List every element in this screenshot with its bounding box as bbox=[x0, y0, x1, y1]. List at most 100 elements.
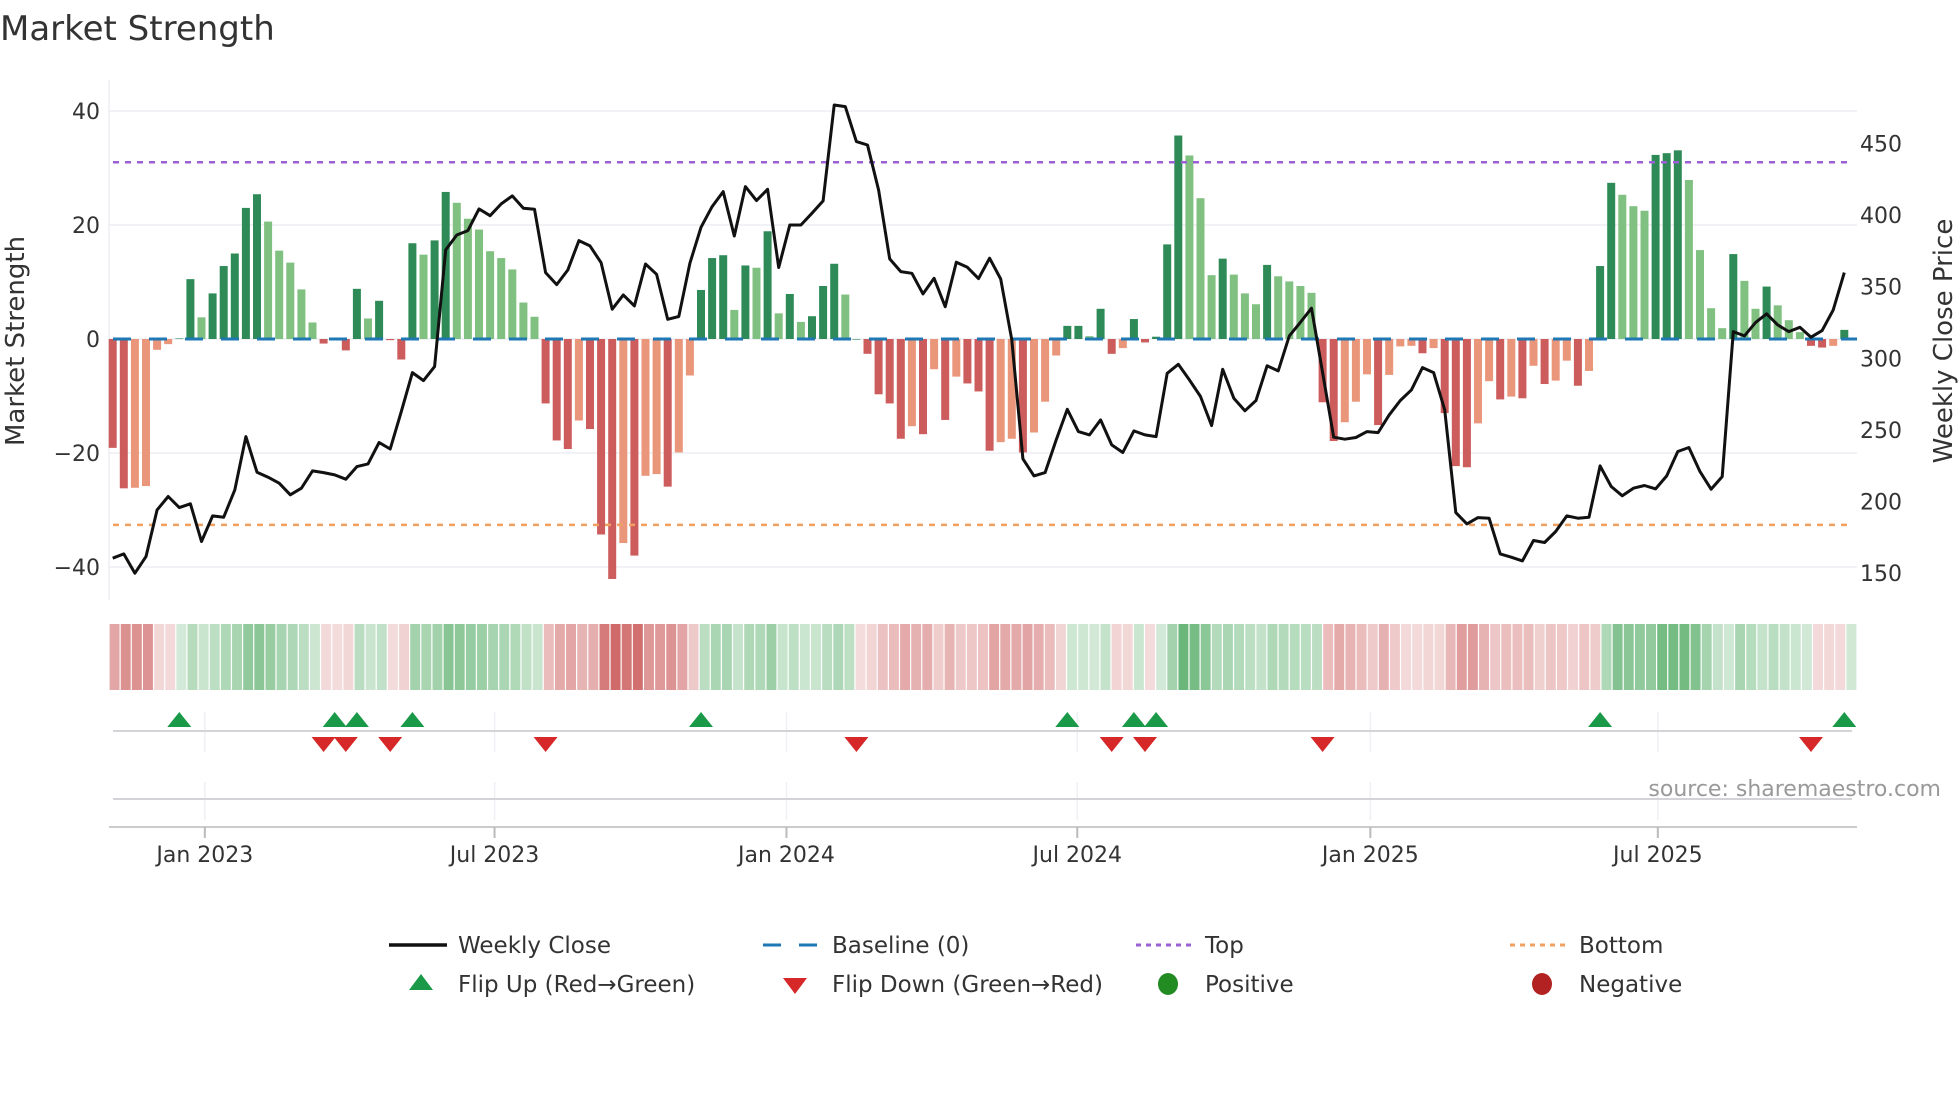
heat-cell bbox=[844, 624, 855, 690]
strength-bar bbox=[241, 207, 250, 339]
heat-cell bbox=[254, 624, 265, 690]
heat-cell bbox=[1300, 624, 1311, 690]
strength-bar bbox=[319, 339, 328, 344]
flip-up-marker bbox=[1832, 712, 1857, 727]
strength-bar bbox=[1096, 308, 1105, 339]
flip-down-marker bbox=[311, 737, 336, 752]
strength-bar bbox=[1218, 258, 1227, 339]
heat-cell bbox=[1846, 624, 1857, 690]
strength-bar bbox=[1607, 182, 1616, 339]
heat-cell bbox=[1389, 624, 1400, 690]
heat-cell bbox=[1100, 624, 1111, 690]
heat-cell bbox=[265, 624, 276, 690]
strength-bar bbox=[408, 243, 417, 339]
strength-bar bbox=[785, 293, 794, 339]
strength-bar bbox=[419, 254, 428, 339]
strength-bar bbox=[1662, 153, 1671, 339]
strength-bar bbox=[1129, 319, 1138, 339]
heat-cell bbox=[966, 624, 977, 690]
strength-bar bbox=[974, 339, 983, 392]
strength-bar bbox=[619, 339, 628, 544]
heat-cell bbox=[799, 624, 810, 690]
strength-bar bbox=[763, 231, 772, 339]
heat-cell bbox=[1122, 624, 1133, 690]
heat-cell bbox=[888, 624, 899, 690]
heat-cell bbox=[1634, 624, 1645, 690]
heat-cell bbox=[1467, 624, 1478, 690]
heat-cell bbox=[1735, 624, 1746, 690]
y-tick-label: −40 bbox=[54, 556, 100, 581]
strength-bar bbox=[1673, 150, 1682, 339]
strength-bar bbox=[674, 339, 683, 453]
heat-cell bbox=[666, 624, 677, 690]
strength-bar bbox=[1696, 250, 1704, 339]
heat-cell bbox=[733, 624, 744, 690]
strength-bar bbox=[719, 255, 728, 339]
strength-bar bbox=[574, 339, 583, 421]
heat-cell bbox=[599, 624, 610, 690]
strength-bar bbox=[1340, 339, 1349, 423]
strength-bar bbox=[885, 339, 894, 404]
heat-cell bbox=[554, 624, 565, 690]
heat-cell bbox=[1590, 624, 1601, 690]
strength-bar bbox=[1629, 206, 1638, 339]
strength-bar bbox=[1074, 325, 1083, 339]
strength-bar bbox=[541, 339, 550, 404]
flip-down-marker bbox=[1133, 737, 1157, 752]
strength-bar bbox=[1041, 339, 1050, 402]
strength-bar bbox=[808, 316, 816, 339]
heat-cell bbox=[443, 624, 454, 690]
strength-bar bbox=[197, 317, 206, 339]
heat-cell bbox=[120, 624, 131, 690]
heat-cell bbox=[1723, 624, 1734, 690]
y-tick-label: −20 bbox=[54, 442, 100, 467]
heat-cell bbox=[1701, 624, 1712, 690]
strength-bar bbox=[863, 339, 872, 354]
strength-bar bbox=[1163, 244, 1172, 339]
heat-cell bbox=[109, 624, 120, 690]
strength-bar bbox=[1351, 339, 1360, 402]
heat-cell bbox=[521, 624, 532, 690]
legend-triangle-down-icon bbox=[783, 978, 807, 994]
heat-cell bbox=[1278, 624, 1289, 690]
strength-bar bbox=[452, 202, 461, 339]
heat-cell bbox=[198, 624, 209, 690]
strength-bar bbox=[930, 339, 939, 370]
heat-cell bbox=[1746, 624, 1757, 690]
flip-down-marker bbox=[533, 737, 558, 752]
heat-cell bbox=[1412, 624, 1423, 690]
strength-bar bbox=[352, 288, 361, 339]
heat-cell bbox=[1401, 624, 1412, 690]
legend-label: Top bbox=[1204, 933, 1244, 959]
heat-cell bbox=[510, 624, 521, 690]
heat-cell bbox=[1312, 624, 1322, 690]
heat-cell bbox=[1768, 624, 1779, 690]
heat-cell bbox=[1668, 624, 1679, 690]
strength-bar bbox=[508, 269, 517, 339]
heat-cell bbox=[499, 624, 510, 690]
heat-cell bbox=[1612, 624, 1623, 690]
strength-bar bbox=[1496, 339, 1505, 400]
flip-up-marker bbox=[689, 712, 713, 727]
heat-cell bbox=[310, 624, 320, 690]
y2-tick-label: 150 bbox=[1860, 562, 1902, 587]
strength-bar bbox=[1296, 285, 1305, 339]
strength-bar bbox=[1718, 328, 1727, 339]
strength-bar bbox=[608, 339, 617, 579]
heat-cell bbox=[822, 624, 833, 690]
strength-bar bbox=[1729, 254, 1738, 339]
y2-tick-label: 400 bbox=[1860, 204, 1902, 229]
x-tick-label: Jul 2025 bbox=[1611, 843, 1703, 868]
heat-cell bbox=[1211, 624, 1222, 690]
heat-cell bbox=[410, 624, 421, 690]
legend-label: Flip Up (Red→Green) bbox=[458, 972, 695, 998]
heat-cell bbox=[1245, 624, 1256, 690]
heat-cell bbox=[1378, 624, 1389, 690]
heat-cell bbox=[1111, 624, 1122, 690]
strength-bar bbox=[1618, 194, 1627, 339]
strength-bar bbox=[1263, 264, 1272, 339]
strength-bar bbox=[1551, 339, 1560, 381]
heat-cell bbox=[1156, 624, 1167, 690]
heat-cell bbox=[1824, 624, 1835, 690]
strength-bar bbox=[730, 309, 739, 339]
